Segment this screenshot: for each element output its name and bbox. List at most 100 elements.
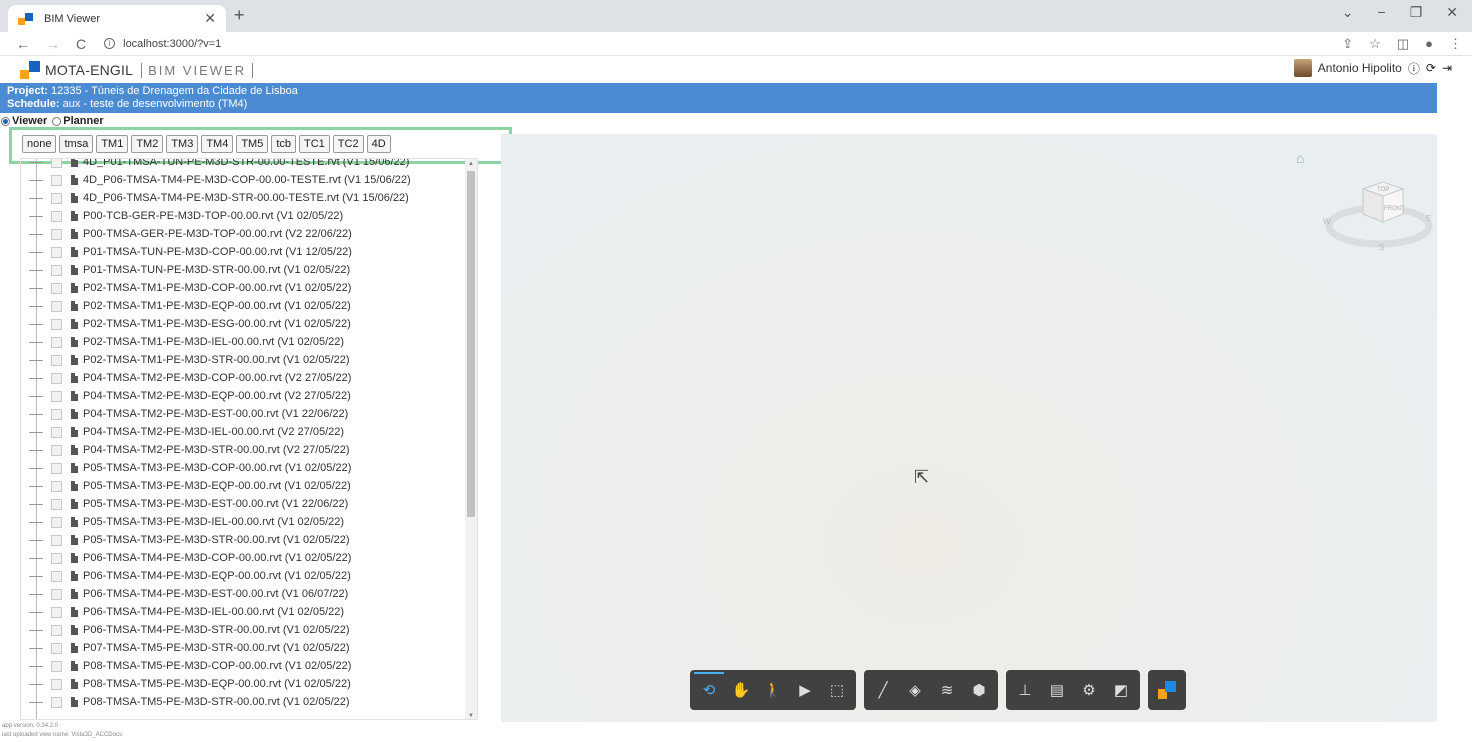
file-checkbox[interactable] [51, 570, 62, 582]
file-tree-row[interactable]: P00-TCB-GER-PE-M3D-TOP-00.00.rvt (V1 02/… [21, 207, 466, 225]
filter-tm4-button[interactable]: TM4 [201, 135, 234, 153]
file-tree-row[interactable]: 4D_P01-TMSA-TUN-PE-M3D-STR-00.00-TESTE.r… [21, 159, 466, 171]
file-checkbox[interactable] [51, 408, 62, 420]
filter-none-button[interactable]: none [22, 135, 57, 153]
filter-tc2-button[interactable]: TC2 [332, 135, 364, 153]
filter-tmsa-button[interactable]: tmsa [59, 135, 94, 153]
file-checkbox[interactable] [51, 588, 62, 600]
file-checkbox[interactable] [51, 228, 62, 240]
filter-tm5-button[interactable]: TM5 [236, 135, 269, 153]
model-browser-icon[interactable]: ⊥ [1012, 677, 1038, 703]
file-checkbox[interactable] [51, 318, 62, 330]
scroll-thumb[interactable] [467, 171, 475, 517]
file-tree-row[interactable]: P05-TMSA-TM3-PE-M3D-COP-00.00.rvt (V1 02… [21, 459, 466, 477]
file-tree-row[interactable]: P08-TMSA-TM5-PE-M3D-STR-00.00.rvt (V1 02… [21, 693, 466, 711]
filter-tm1-button[interactable]: TM1 [96, 135, 129, 153]
file-tree-row[interactable]: P05-TMSA-TM3-PE-M3D-EST-00.00.rvt (V1 22… [21, 495, 466, 513]
file-checkbox[interactable] [51, 552, 62, 564]
file-tree-row[interactable]: 4D_P06-TMSA-TM4-PE-M3D-COP-00.00-TESTE.r… [21, 171, 466, 189]
close-tab-icon[interactable]: ✕ [204, 10, 216, 27]
file-checkbox[interactable] [51, 159, 62, 168]
file-tree-row[interactable]: P02-TMSA-TM1-PE-M3D-STR-00.00.rvt (V1 02… [21, 351, 466, 369]
file-checkbox[interactable] [51, 264, 62, 276]
viewer-radio-label[interactable]: Viewer [12, 115, 47, 127]
tree-scrollbar[interactable]: ▲ ▼ [465, 159, 477, 719]
file-checkbox[interactable] [51, 516, 62, 528]
file-tree-row[interactable]: P01-TMSA-TUN-PE-M3D-STR-00.00.rvt (V1 02… [21, 261, 466, 279]
file-tree-row[interactable]: P04-TMSA-TM2-PE-M3D-EQP-00.00.rvt (V2 27… [21, 387, 466, 405]
file-tree-row[interactable]: P08-TMSA-TM5-PE-M3D-EQP-00.00.rvt (V1 02… [21, 675, 466, 693]
file-checkbox[interactable] [51, 642, 62, 654]
file-tree-row[interactable]: P06-TMSA-TM4-PE-M3D-IEL-00.00.rvt (V1 02… [21, 603, 466, 621]
scroll-up-icon[interactable]: ▲ [468, 161, 474, 167]
reload-icon[interactable]: C [76, 36, 86, 52]
forward-icon[interactable]: → [46, 36, 60, 52]
file-checkbox[interactable] [51, 390, 62, 402]
viewer-radio[interactable] [1, 116, 10, 126]
file-checkbox[interactable] [51, 174, 62, 186]
refresh-icon[interactable]: ⟳ [1426, 61, 1436, 75]
filter-tm3-button[interactable]: TM3 [166, 135, 199, 153]
browser-menu-icon[interactable]: ⋮ [1449, 36, 1462, 52]
3d-viewer-canvas[interactable]: ⌂ TOP FRONT W E S ⇱ ⟲ ✋ 🚶 ▶ ⬚ ╱ ◈ ≋ ⬢ ⊥ … [501, 134, 1437, 722]
settings-gear-icon[interactable]: ⚙ [1076, 677, 1102, 703]
filter-tm2-button[interactable]: TM2 [131, 135, 164, 153]
logout-icon[interactable]: ⇥ [1442, 61, 1452, 75]
measure-icon[interactable]: ╱ [870, 677, 896, 703]
info-icon[interactable]: ⓘ [1408, 60, 1420, 77]
new-tab-icon[interactable]: + [234, 5, 245, 26]
file-tree-row[interactable]: P06-TMSA-TM4-PE-M3D-STR-00.00.rvt (V1 02… [21, 621, 466, 639]
file-tree-row[interactable]: P06-TMSA-TM4-PE-M3D-COP-00.00.rvt (V1 02… [21, 549, 466, 567]
file-tree-row[interactable]: P02-TMSA-TM1-PE-M3D-IEL-00.00.rvt (V1 02… [21, 333, 466, 351]
properties-icon[interactable]: ▤ [1044, 677, 1070, 703]
filter-tcb-button[interactable]: tcb [271, 135, 297, 153]
file-tree-row[interactable]: P04-TMSA-TM2-PE-M3D-IEL-00.00.rvt (V2 27… [21, 423, 466, 441]
file-tree-row[interactable]: P07-TMSA-TM5-PE-M3D-STR-00.00.rvt (V1 02… [21, 639, 466, 657]
file-checkbox[interactable] [51, 444, 62, 456]
filter-tc1-button[interactable]: TC1 [299, 135, 330, 153]
file-tree-row[interactable]: P01-TMSA-TUN-PE-M3D-COP-00.00.rvt (V1 12… [21, 243, 466, 261]
file-tree-row[interactable]: P04-TMSA-TM2-PE-M3D-STR-00.00.rvt (V2 27… [21, 441, 466, 459]
fullscreen-icon[interactable]: ◩ [1108, 677, 1134, 703]
file-checkbox[interactable] [51, 660, 62, 672]
file-checkbox[interactable] [51, 336, 62, 348]
close-window-icon[interactable]: ✕ [1446, 4, 1458, 21]
pan-icon[interactable]: ✋ [728, 677, 754, 703]
browser-tab[interactable]: BIM Viewer ✕ [8, 5, 226, 32]
file-tree-row[interactable]: P05-TMSA-TM3-PE-M3D-STR-00.00.rvt (V1 02… [21, 531, 466, 549]
file-tree-row[interactable]: P00-TMSA-GER-PE-M3D-TOP-00.00.rvt (V2 22… [21, 225, 466, 243]
file-tree-row[interactable]: 4D_P06-TMSA-TM4-PE-M3D-STR-00.00-TESTE.r… [21, 189, 466, 207]
file-checkbox[interactable] [51, 192, 62, 204]
file-checkbox[interactable] [51, 696, 62, 708]
layers-icon[interactable]: ≋ [934, 677, 960, 703]
file-checkbox[interactable] [51, 606, 62, 618]
file-tree-row[interactable]: P04-TMSA-TM2-PE-M3D-EST-00.00.rvt (V1 22… [21, 405, 466, 423]
restore-icon[interactable]: ❐ [1410, 4, 1423, 21]
file-checkbox[interactable] [51, 426, 62, 438]
side-panel-icon[interactable]: ◫ [1397, 36, 1409, 52]
orbit-icon[interactable]: ⟲ [694, 672, 724, 703]
file-checkbox[interactable] [51, 534, 62, 546]
file-checkbox[interactable] [51, 480, 62, 492]
view-cube[interactable]: TOP FRONT W E S [1321, 164, 1436, 259]
planner-radio-label[interactable]: Planner [63, 115, 103, 127]
file-checkbox[interactable] [51, 300, 62, 312]
file-checkbox[interactable] [51, 354, 62, 366]
first-person-icon[interactable]: 🚶 [760, 677, 786, 703]
bookmark-star-icon[interactable]: ☆ [1369, 36, 1381, 52]
share-icon[interactable]: ⇪ [1342, 36, 1353, 52]
file-checkbox[interactable] [51, 678, 62, 690]
planner-radio[interactable] [52, 116, 62, 126]
file-checkbox[interactable] [51, 372, 62, 384]
file-tree-row[interactable]: P02-TMSA-TM1-PE-M3D-COP-00.00.rvt (V1 02… [21, 279, 466, 297]
explode-icon[interactable]: ⬢ [966, 677, 992, 703]
file-checkbox[interactable] [51, 282, 62, 294]
file-checkbox[interactable] [51, 624, 62, 636]
back-icon[interactable]: ← [16, 36, 30, 52]
home-icon[interactable]: ⌂ [1296, 150, 1304, 166]
file-checkbox[interactable] [51, 246, 62, 258]
filter-4d-button[interactable]: 4D [366, 135, 391, 153]
section-icon[interactable]: ◈ [902, 677, 928, 703]
file-tree-row[interactable]: P05-TMSA-TM3-PE-M3D-IEL-00.00.rvt (V1 02… [21, 513, 466, 531]
file-tree-row[interactable]: P04-TMSA-TM2-PE-M3D-COP-00.00.rvt (V2 27… [21, 369, 466, 387]
